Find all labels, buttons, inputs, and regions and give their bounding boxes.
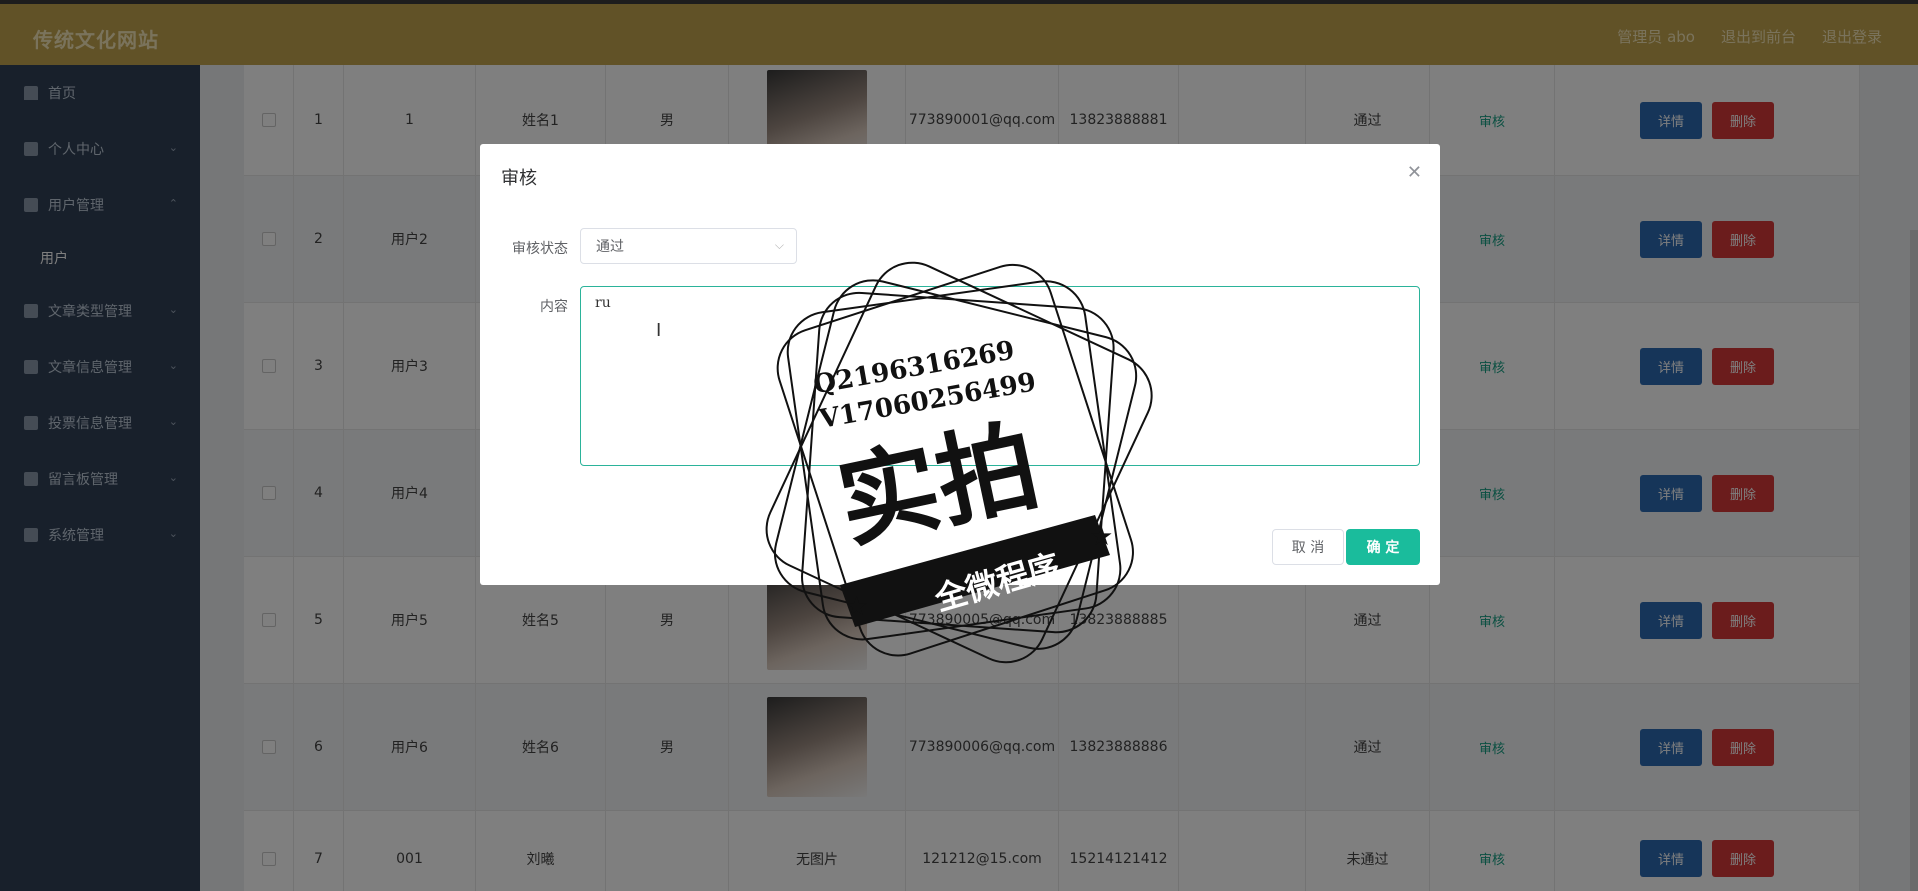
status-label: 审核状态 (512, 241, 568, 257)
star-icon: ★ (845, 592, 868, 622)
cancel-button[interactable]: 取 消 (1272, 529, 1344, 565)
close-icon[interactable]: ✕ (1407, 162, 1422, 183)
star-icon: ★ (1090, 522, 1113, 552)
status-select-value: 通过 (596, 239, 624, 255)
confirm-button[interactable]: 确 定 (1346, 529, 1420, 565)
dialog-title: 审核 (501, 168, 537, 189)
text-cursor-icon: I (656, 320, 662, 341)
content-label: 内容 (540, 299, 568, 315)
chevron-down-icon: ⌵ (774, 238, 784, 252)
watermark-stamp: Q2196316269 V17060256499 实拍 全微程序 ★ ★ (765, 261, 1153, 664)
